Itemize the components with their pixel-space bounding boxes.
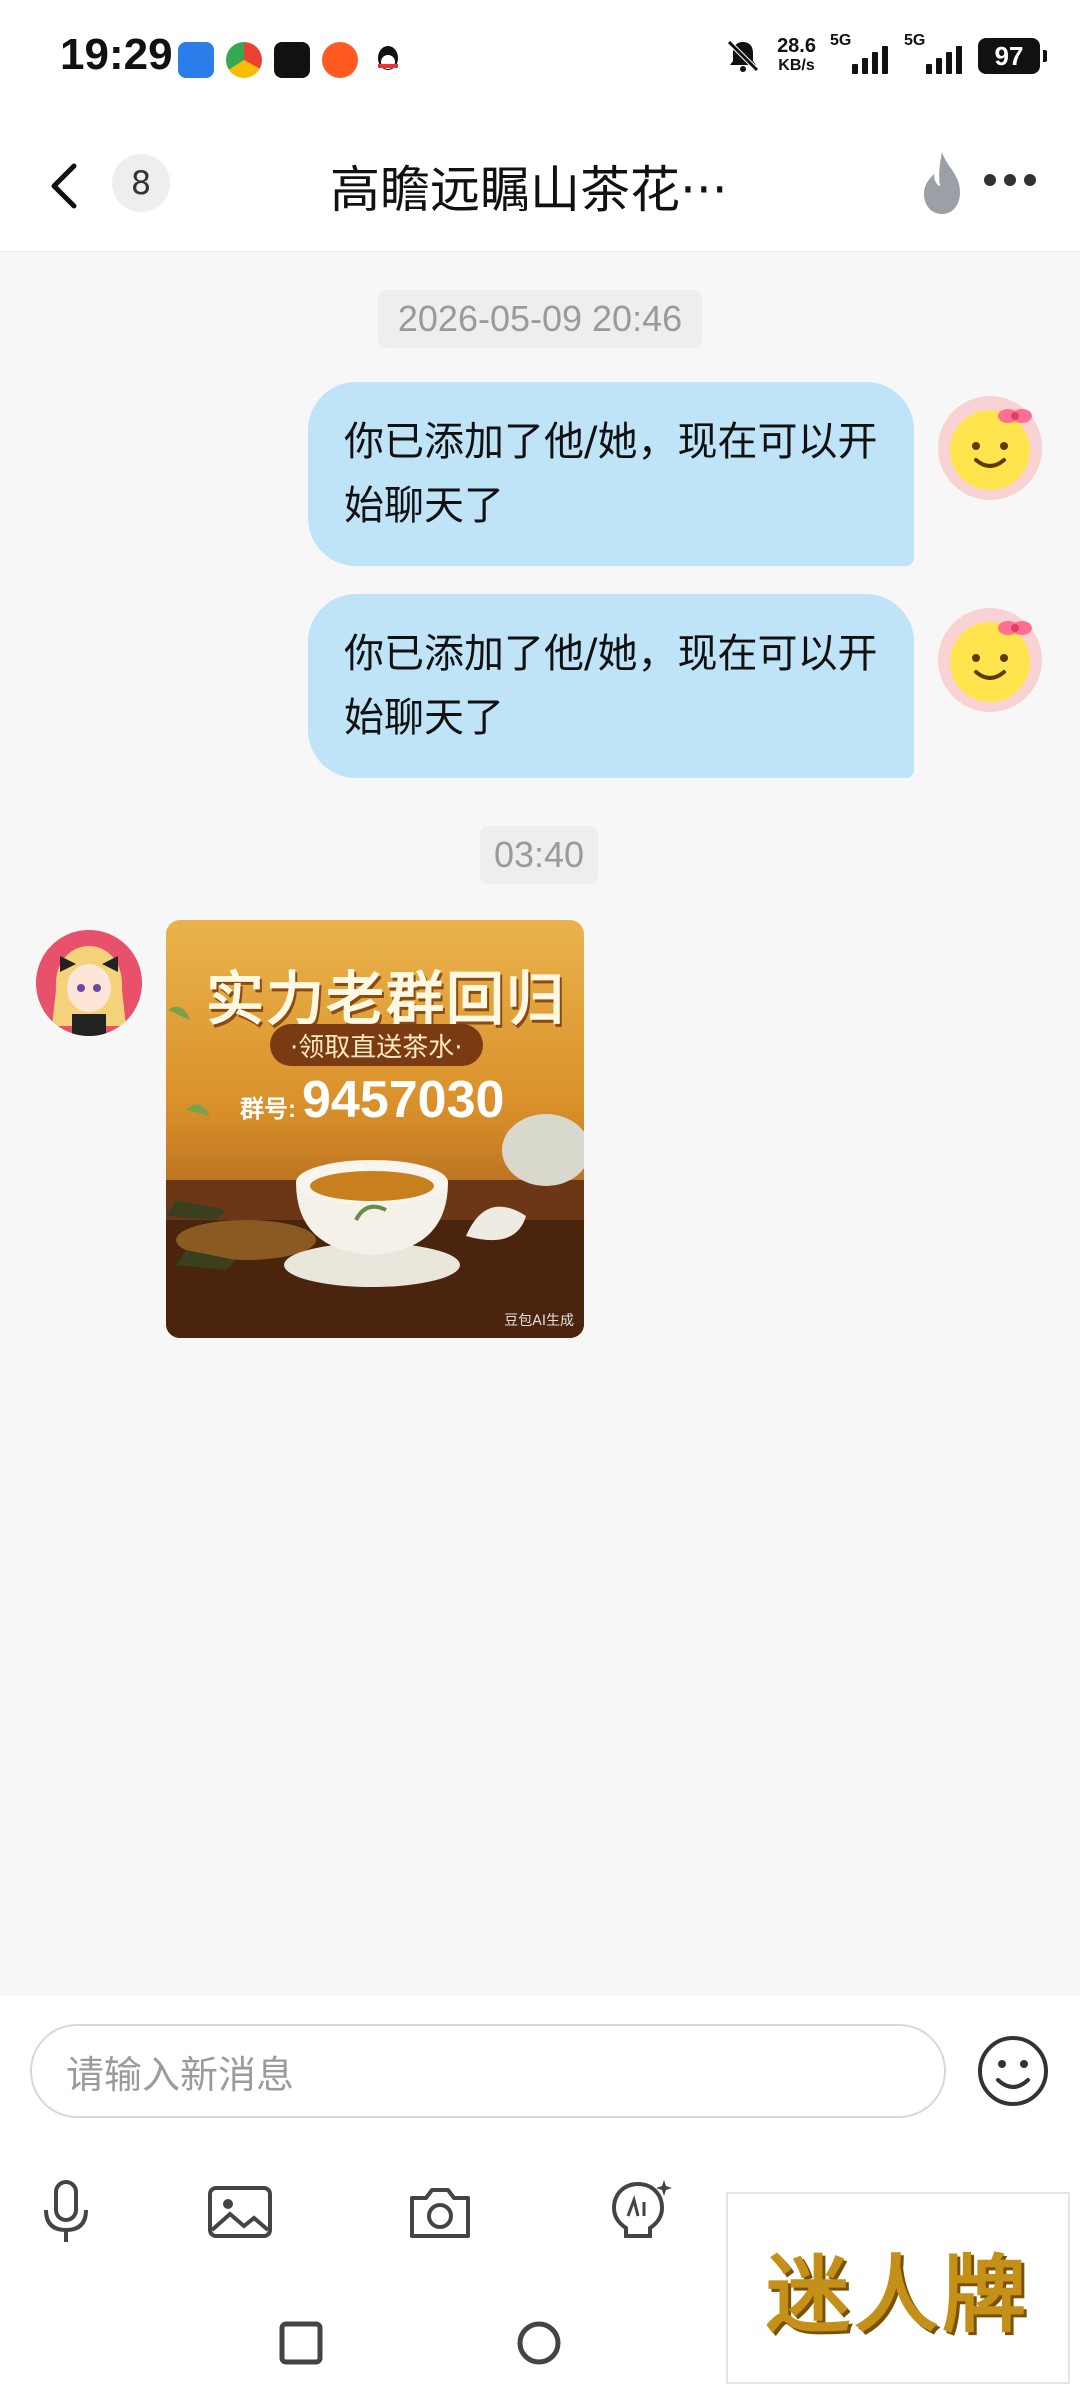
recent-apps-button[interactable] bbox=[276, 2318, 326, 2368]
smiley-avatar-icon bbox=[938, 608, 1042, 712]
voice-button[interactable] bbox=[30, 2176, 102, 2248]
ai-generated-watermark: 豆包AI生成 bbox=[504, 1313, 574, 1329]
chevron-left-icon bbox=[51, 163, 77, 209]
qq-icon bbox=[370, 42, 406, 78]
back-button[interactable] bbox=[36, 154, 100, 218]
emoji-icon bbox=[978, 2036, 1048, 2106]
overlay-watermark: 迷人牌 bbox=[726, 2192, 1070, 2384]
group-number-label: 群号: bbox=[240, 1096, 296, 1123]
notification-app-icons bbox=[178, 42, 406, 78]
tiktok-icon bbox=[274, 42, 310, 78]
message-timestamp: 2026-05-09 20:46 bbox=[378, 290, 702, 348]
status-time: 19:29 bbox=[60, 30, 173, 79]
smiley-avatar-icon bbox=[938, 396, 1042, 500]
streak-flame-button[interactable] bbox=[912, 148, 972, 220]
image-message[interactable]: 实力老群回归 ·领取直送茶水· 群号: 9457030 豆包AI生成 bbox=[166, 920, 584, 1338]
ai-assistant-button[interactable] bbox=[602, 2176, 674, 2248]
anime-girl-avatar-icon bbox=[36, 930, 142, 1036]
camera-icon bbox=[410, 2188, 470, 2238]
flame-icon bbox=[924, 152, 960, 214]
battery-indicator: 97 bbox=[978, 38, 1047, 74]
microphone-icon bbox=[44, 2180, 88, 2242]
camera-button[interactable] bbox=[404, 2176, 476, 2248]
image-picker-button[interactable] bbox=[204, 2176, 276, 2248]
message-input[interactable]: 请输入新消息 bbox=[30, 2024, 946, 2118]
group-number-value: 9457030 bbox=[302, 1071, 505, 1129]
image-group-number: 群号: 9457030 bbox=[240, 1070, 504, 1130]
network-speed-unit: KB/s bbox=[778, 57, 815, 74]
status-bar: 19:29 28.6 KB/s 5G 5G 97 bbox=[0, 0, 1080, 120]
more-dots-icon bbox=[984, 174, 1036, 186]
message-timestamp: 03:40 bbox=[480, 826, 598, 884]
shopping-app-icon bbox=[322, 42, 358, 78]
image-pill-label: ·领取直送茶水· bbox=[270, 1024, 483, 1066]
network-speed-value: 28.6 bbox=[777, 35, 816, 57]
signal-strength-sim1: 5G bbox=[830, 32, 890, 74]
ai-assistant-icon bbox=[611, 2180, 672, 2238]
outgoing-message-bubble[interactable]: 你已添加了他/她，现在可以开始聊天了 bbox=[308, 594, 914, 778]
image-icon bbox=[208, 2186, 272, 2238]
my-avatar[interactable] bbox=[938, 608, 1042, 712]
chat-title[interactable]: 高瞻远瞩山茶花··· bbox=[330, 150, 760, 222]
status-indicators: 28.6 KB/s 5G 5G 97 bbox=[723, 32, 1047, 76]
emoji-button[interactable] bbox=[976, 2034, 1050, 2108]
chrome-icon bbox=[226, 42, 262, 78]
more-options-button[interactable] bbox=[980, 160, 1040, 200]
watermark-text: 迷人牌 bbox=[765, 2244, 1030, 2344]
mute-bell-icon bbox=[727, 40, 759, 72]
home-button[interactable] bbox=[514, 2318, 564, 2368]
my-avatar[interactable] bbox=[938, 396, 1042, 500]
signal-1-label: 5G bbox=[830, 32, 852, 49]
signal-strength-sim2: 5G bbox=[904, 32, 964, 74]
signal-2-label: 5G bbox=[904, 32, 926, 49]
chat-header: 8 高瞻远瞩山茶花··· bbox=[0, 120, 1080, 252]
network-speed: 28.6 KB/s bbox=[777, 36, 816, 76]
message-app-icon bbox=[178, 42, 214, 78]
outgoing-message-bubble[interactable]: 你已添加了他/她，现在可以开始聊天了 bbox=[308, 382, 914, 566]
unread-count-badge[interactable]: 8 bbox=[112, 154, 170, 212]
contact-avatar[interactable] bbox=[36, 930, 142, 1036]
